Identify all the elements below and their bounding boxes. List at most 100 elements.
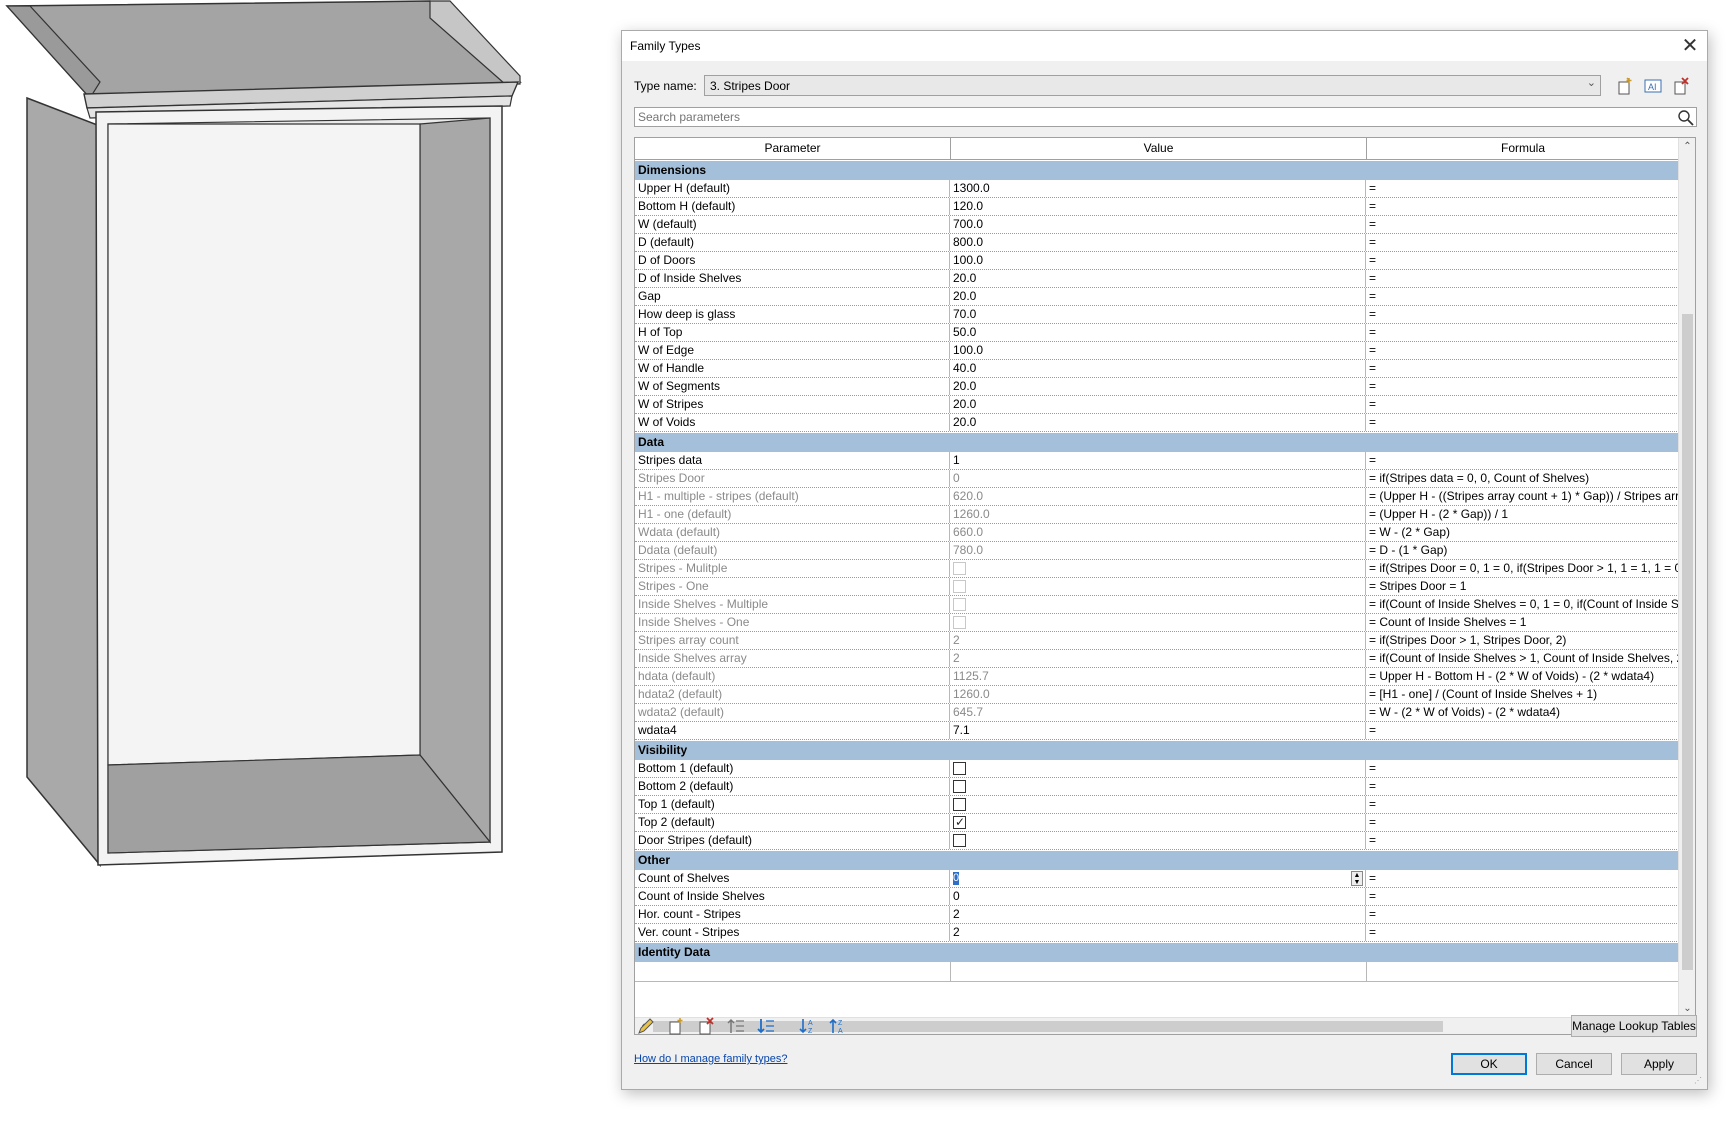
delete-parameter-icon[interactable]	[696, 1016, 716, 1036]
parameter-row[interactable]: W of Edge 100.0 =	[635, 342, 1679, 360]
checkbox[interactable]	[953, 834, 966, 847]
parameter-row[interactable]: W of Voids 20.0 =	[635, 414, 1679, 432]
param-formula[interactable]: = Count of Inside Shelves = 1	[1366, 614, 1679, 631]
parameter-row[interactable]: W of Segments 20.0 =	[635, 378, 1679, 396]
param-value[interactable]: 20.0	[950, 288, 1366, 305]
param-formula[interactable]: =	[1366, 832, 1679, 849]
sort-descending-icon[interactable]: Z A	[828, 1016, 848, 1036]
parameter-row[interactable]: Ddata (default) 780.0 = D - (1 * Gap)	[635, 542, 1679, 560]
param-value[interactable]: 800.0	[950, 234, 1366, 251]
search-parameters-field[interactable]	[634, 107, 1697, 127]
param-formula[interactable]: =	[1366, 342, 1679, 359]
param-formula[interactable]: =	[1366, 722, 1679, 739]
param-formula[interactable]: = if(Stripes data = 0, 0, Count of Shelv…	[1366, 470, 1679, 487]
scroll-up-icon[interactable]: ⌃	[1679, 138, 1695, 155]
parameter-row[interactable]: hdata (default) 1125.7 = Upper H - Bottom …	[635, 668, 1679, 686]
param-formula[interactable]: =	[1366, 414, 1679, 431]
parameter-row[interactable]: Upper H (default) 1300.0 =	[635, 180, 1679, 198]
edit-parameter-icon[interactable]	[636, 1016, 656, 1036]
param-formula[interactable]: =	[1366, 378, 1679, 395]
search-icon[interactable]	[1677, 109, 1694, 126]
param-formula[interactable]: =	[1366, 180, 1679, 197]
param-value[interactable]: 1	[950, 452, 1366, 469]
type-name-dropdown[interactable]: 3. Stripes Door ⌄	[704, 75, 1601, 96]
param-value[interactable]: 0	[950, 888, 1366, 905]
formula-column-header[interactable]: Formula	[1367, 138, 1679, 159]
resize-grip-icon[interactable]: ⋰	[1694, 1076, 1704, 1086]
group-header-identity-data[interactable]: Identity Data	[635, 943, 1679, 962]
param-formula[interactable]: =	[1366, 924, 1679, 941]
parameter-row[interactable]: Top 1 (default) =	[635, 796, 1679, 814]
scroll-thumb[interactable]	[1682, 314, 1693, 970]
param-formula[interactable]: =	[1366, 452, 1679, 469]
param-formula[interactable]: = D - (1 * Gap)	[1366, 542, 1679, 559]
parameter-row[interactable]: Bottom 1 (default) =	[635, 760, 1679, 778]
param-formula[interactable]: =	[1366, 252, 1679, 269]
spinner-icon[interactable]: ▲ ▼	[1351, 871, 1363, 886]
parameter-row[interactable]: Bottom 2 (default) =	[635, 778, 1679, 796]
param-formula[interactable]: = W - (2 * Gap)	[1366, 524, 1679, 541]
search-input[interactable]	[635, 108, 1665, 126]
parameter-row[interactable]: wdata2 (default) 645.7 = W - (2 * W of Voi…	[635, 704, 1679, 722]
param-formula[interactable]: =	[1366, 216, 1679, 233]
group-header-other[interactable]: Other	[635, 851, 1679, 870]
param-value[interactable]: 7.1	[950, 722, 1366, 739]
help-link[interactable]: How do I manage family types?	[634, 1053, 787, 1065]
parameter-row[interactable]: How deep is glass 70.0 =	[635, 306, 1679, 324]
param-value[interactable]: 2	[950, 906, 1366, 923]
parameter-row[interactable]: Count of Inside Shelves 0 =	[635, 888, 1679, 906]
parameter-row[interactable]: Stripes data 1 =	[635, 452, 1679, 470]
move-up-icon[interactable]	[726, 1016, 746, 1036]
checkbox[interactable]	[953, 798, 966, 811]
parameter-row[interactable]: D of Inside Shelves 20.0 =	[635, 270, 1679, 288]
param-formula[interactable]: = (Upper H - (2 * Gap)) / 1	[1366, 506, 1679, 523]
param-value[interactable]: 20.0	[950, 270, 1366, 287]
new-parameter-icon[interactable]	[666, 1016, 686, 1036]
parameter-row[interactable]: Door Stripes (default) =	[635, 832, 1679, 850]
param-formula[interactable]: =	[1366, 906, 1679, 923]
param-formula[interactable]: = if(Stripes Door > 1, Stripes Door, 2)	[1366, 632, 1679, 649]
checkbox-checked[interactable]	[953, 814, 966, 831]
parameter-row[interactable]: hdata2 (default) 1260.0 = [H1 - one] / (Co…	[635, 686, 1679, 704]
param-formula[interactable]: =	[1366, 870, 1679, 887]
sort-ascending-icon[interactable]: A Z	[798, 1016, 818, 1036]
parameter-row[interactable]: Bottom H (default) 120.0 =	[635, 198, 1679, 216]
param-formula[interactable]: =	[1366, 270, 1679, 287]
parameter-row[interactable]: Inside Shelves - Multiple = if(Count of I…	[635, 596, 1679, 614]
param-formula[interactable]: =	[1366, 360, 1679, 377]
param-formula[interactable]: =	[1366, 306, 1679, 323]
parameter-row[interactable]: Ver. count - Stripes 2 =	[635, 924, 1679, 942]
param-formula[interactable]: =	[1366, 778, 1679, 795]
param-value[interactable]: 2	[950, 924, 1366, 941]
param-value[interactable]: 20.0	[950, 396, 1366, 413]
param-value[interactable]: 40.0	[950, 360, 1366, 377]
apply-button[interactable]: Apply	[1621, 1053, 1697, 1075]
value-column-header[interactable]: Value	[951, 138, 1367, 159]
manage-lookup-tables-button[interactable]: Manage Lookup Tables	[1571, 1015, 1697, 1037]
horizontal-scrollbar[interactable]: ‹ ›	[635, 1017, 1679, 1034]
delete-type-icon[interactable]	[1671, 76, 1691, 96]
param-value[interactable]: 0	[953, 872, 959, 885]
parameter-row[interactable]: H1 - multiple - stripes (default) 620.0 = …	[635, 488, 1679, 506]
checkbox[interactable]	[953, 780, 966, 793]
cancel-button[interactable]: Cancel	[1536, 1053, 1612, 1075]
param-formula[interactable]: = (Upper H - ((Stripes array count + 1) …	[1366, 488, 1679, 505]
parameter-row[interactable]: W of Stripes 20.0 =	[635, 396, 1679, 414]
parameter-row[interactable]: Count of Shelves 0 ▲ ▼ =	[635, 870, 1679, 888]
vertical-scrollbar[interactable]: ⌃ ⌄	[1678, 138, 1695, 1017]
param-formula[interactable]: = Upper H - Bottom H - (2 * W of Voids) …	[1366, 668, 1679, 685]
parameter-row[interactable]: D (default) 800.0 =	[635, 234, 1679, 252]
param-value-editor[interactable]: 0 ▲ ▼	[950, 870, 1366, 887]
param-value[interactable]: 1300.0	[950, 180, 1366, 197]
param-formula[interactable]: =	[1366, 288, 1679, 305]
param-value[interactable]: 100.0	[950, 342, 1366, 359]
param-value[interactable]: 50.0	[950, 324, 1366, 341]
param-formula[interactable]: =	[1366, 814, 1679, 831]
parameter-row[interactable]: Inside Shelves array 2 = if(Count of Insid…	[635, 650, 1679, 668]
checkbox[interactable]	[953, 762, 966, 775]
param-formula[interactable]: =	[1366, 234, 1679, 251]
parameter-row[interactable]: H1 - one (default) 1260.0 = (Upper H - (2 …	[635, 506, 1679, 524]
parameter-row[interactable]: W of Handle 40.0 =	[635, 360, 1679, 378]
param-value[interactable]: 700.0	[950, 216, 1366, 233]
ok-button[interactable]: OK	[1451, 1053, 1527, 1075]
